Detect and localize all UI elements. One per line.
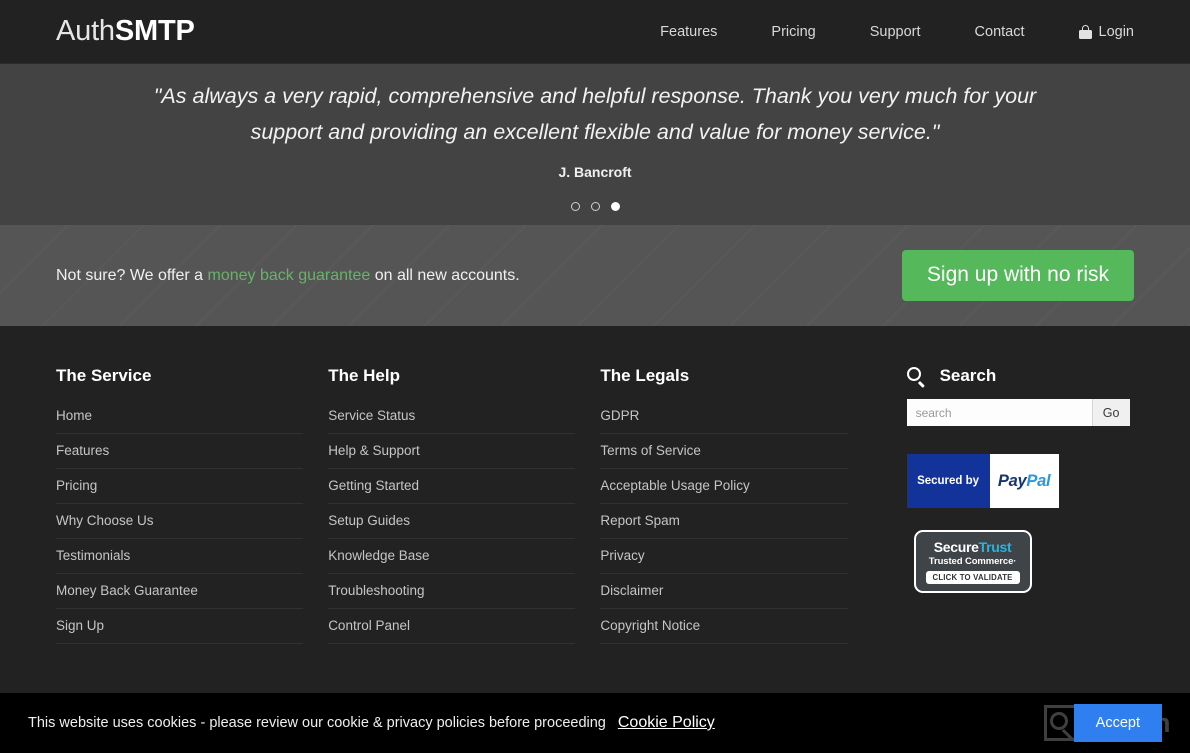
money-back-guarantee-link[interactable]: money back guarantee xyxy=(207,267,370,284)
carousel-dot-2[interactable] xyxy=(590,202,600,211)
footer-link-troubleshooting[interactable]: Troubleshooting xyxy=(328,574,576,609)
footer-link-acceptable-usage-policy[interactable]: Acceptable Usage Policy xyxy=(600,469,848,504)
footer-link-features[interactable]: Features xyxy=(56,434,304,469)
footer-column-the-service: The Service Home Features Pricing Why Ch… xyxy=(56,366,304,693)
footer-column-the-help: The Help Service Status Help & Support G… xyxy=(328,366,576,693)
nav-item-login[interactable]: Login xyxy=(1052,24,1134,40)
nav-item-contact[interactable]: Contact xyxy=(948,24,1052,40)
search-title: Search xyxy=(939,366,997,385)
carousel-dot-1[interactable] xyxy=(570,202,580,211)
search-input[interactable] xyxy=(906,399,1092,426)
carousel-dot-3[interactable] xyxy=(610,202,620,211)
main-nav: Features Pricing Support Contact Login xyxy=(633,24,1134,40)
footer-link-testimonials[interactable]: Testimonials xyxy=(56,539,304,574)
securetrust-badge[interactable]: SecureTrust Trusted Commerce· CLICK TO V… xyxy=(913,530,1032,593)
paypal-secured-by-label: Secured by xyxy=(906,454,990,508)
footer-link-privacy[interactable]: Privacy xyxy=(600,539,848,574)
footer-link-home[interactable]: Home xyxy=(56,399,304,434)
footer-link-getting-started[interactable]: Getting Started xyxy=(328,469,576,504)
footer-link-setup-guides[interactable]: Setup Guides xyxy=(328,504,576,539)
footer-column-title: The Legals xyxy=(600,366,690,385)
site-footer: The Service Home Features Pricing Why Ch… xyxy=(0,326,1190,693)
logo-smtp: SMTP xyxy=(114,15,195,47)
paypal-pay-text: Pay xyxy=(997,471,1027,490)
cta-band: Not sure? We offer a money back guarante… xyxy=(0,225,1190,326)
testimonial-carousel: "As always a very rapid, comprehensive a… xyxy=(0,64,1190,225)
padlock-icon xyxy=(1078,24,1092,39)
cookie-consent-bar: This website uses cookies - please revie… xyxy=(0,693,1190,753)
search-go-button[interactable]: Go xyxy=(1091,399,1130,426)
footer-link-copyright-notice[interactable]: Copyright Notice xyxy=(600,609,848,644)
logo[interactable]: AuthSMTP xyxy=(56,15,195,48)
securetrust-subtitle: Trusted Commerce· xyxy=(928,555,1017,567)
paypal-logo: Pay Pal xyxy=(989,454,1059,508)
testimonial-quote: "As always a very rapid, comprehensive a… xyxy=(153,84,1037,144)
footer-link-gdpr[interactable]: GDPR xyxy=(600,399,848,434)
cookie-policy-link[interactable]: Cookie Policy xyxy=(618,714,715,732)
accept-cookies-button[interactable]: Accept xyxy=(1073,704,1162,742)
sign-up-button[interactable]: Sign up with no risk xyxy=(901,250,1134,301)
footer-link-sign-up[interactable]: Sign Up xyxy=(56,609,304,644)
testimonial-author: J. Bancroft xyxy=(558,164,632,180)
footer-link-help-support[interactable]: Help & Support xyxy=(328,434,576,469)
footer-link-money-back-guarantee[interactable]: Money Back Guarantee xyxy=(56,574,304,609)
securetrust-title: SecureTrust xyxy=(933,538,1012,555)
cta-text-after: on all new accounts. xyxy=(370,266,520,284)
footer-link-disclaimer[interactable]: Disclaimer xyxy=(600,574,848,609)
cookie-message: This website uses cookies - please revie… xyxy=(28,715,606,731)
footer-link-why-choose-us[interactable]: Why Choose Us xyxy=(56,504,304,539)
footer-column-search: Search Go Secured by PayPal SecureTrust … xyxy=(906,366,1134,693)
logo-auth: Auth xyxy=(56,15,115,47)
footer-link-control-panel[interactable]: Control Panel xyxy=(328,609,576,644)
search-heading: Search xyxy=(906,366,1134,388)
footer-link-terms-of-service[interactable]: Terms of Service xyxy=(600,434,848,469)
search-icon xyxy=(906,366,926,388)
footer-link-report-spam[interactable]: Report Spam xyxy=(600,504,848,539)
nav-item-features[interactable]: Features xyxy=(633,24,744,40)
cta-text: Not sure? We offer a money back guarante… xyxy=(56,267,520,285)
footer-column-the-legals: The Legals GDPR Terms of Service Accepta… xyxy=(600,366,848,693)
footer-column-title: The Service xyxy=(56,366,152,385)
paypal-pal-text: Pal xyxy=(1026,471,1051,490)
nav-item-pricing[interactable]: Pricing xyxy=(744,24,842,40)
footer-link-service-status[interactable]: Service Status xyxy=(328,399,576,434)
securetrust-secure-text: Secure xyxy=(933,538,979,555)
paypal-badge[interactable]: Secured by Pay Pal xyxy=(906,454,1059,508)
nav-item-support[interactable]: Support xyxy=(843,24,948,40)
login-label: Login xyxy=(1098,23,1134,40)
footer-link-knowledge-base[interactable]: Knowledge Base xyxy=(328,539,576,574)
securetrust-validate-button[interactable]: CLICK TO VALIDATE xyxy=(925,570,1020,584)
securetrust-trust-text: Trust xyxy=(978,538,1012,555)
cookie-actions: Revain Accept xyxy=(1044,704,1170,742)
cta-text-before: Not sure? We offer a xyxy=(56,266,208,284)
footer-column-title: The Help xyxy=(328,366,400,385)
search-form: Go xyxy=(906,399,1130,426)
site-header: AuthSMTP Features Pricing Support Contac… xyxy=(0,0,1190,64)
carousel-dots xyxy=(570,202,620,211)
footer-link-pricing[interactable]: Pricing xyxy=(56,469,304,504)
